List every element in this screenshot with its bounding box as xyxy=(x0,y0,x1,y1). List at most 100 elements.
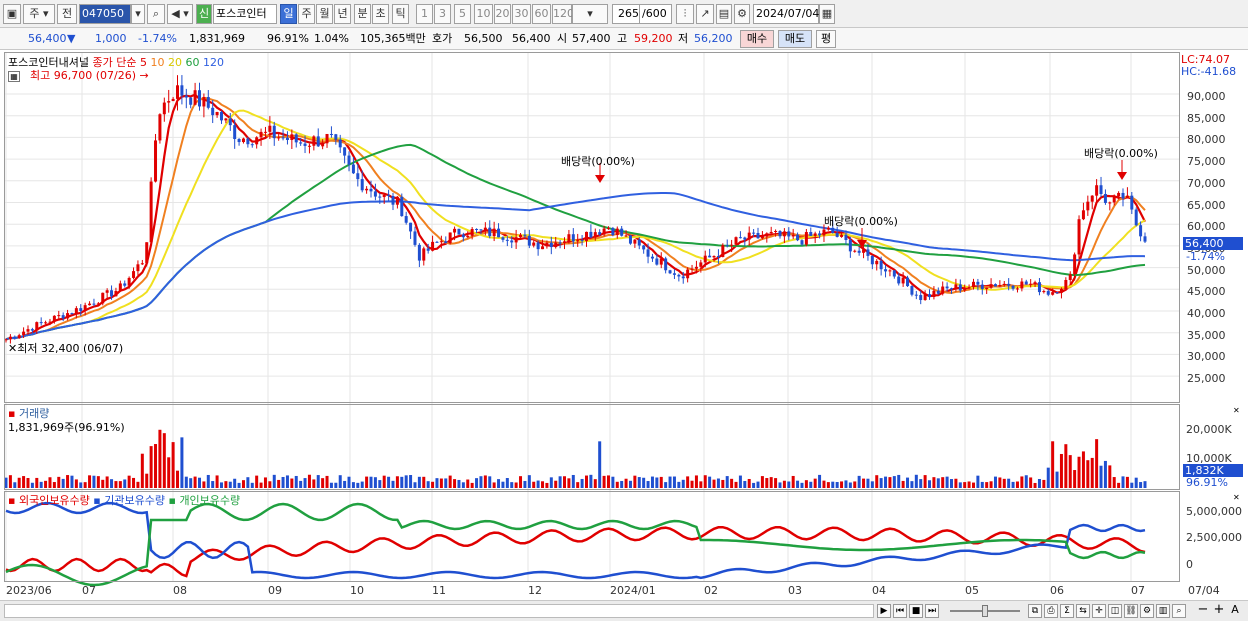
x-tick-3: 09 xyxy=(268,584,282,597)
price-pane[interactable] xyxy=(4,52,1180,403)
compare-icon[interactable]: ⇆ xyxy=(1076,604,1090,618)
grid-toggle-icon[interactable]: ▦ xyxy=(8,71,20,82)
quote-info-bar: 56,400 ▼ 1,000 -1.74% 1,831,969 96.91% 1… xyxy=(0,28,1248,50)
scroll-track[interactable] xyxy=(4,604,874,618)
buy-button[interactable]: 매수 xyxy=(740,30,774,48)
sell-button[interactable]: 매도 xyxy=(778,30,812,48)
open-label: 시 xyxy=(557,32,568,45)
dividend-note-2: 배당락(0.00%) xyxy=(824,215,898,228)
count-total: /600 xyxy=(640,4,672,24)
ma10-label: 10 xyxy=(150,56,165,69)
scroll-first-icon[interactable]: ⏮ xyxy=(893,604,907,618)
stock-code-input[interactable]: 047050 xyxy=(79,4,131,24)
x-tick-9: 03 xyxy=(788,584,802,597)
tick-button-2[interactable]: 5 xyxy=(454,4,471,24)
hc-label: HC:-41.68 xyxy=(1181,65,1237,78)
code-dropdown-icon[interactable]: ▾ xyxy=(131,4,145,24)
high-price: 59,200 xyxy=(634,32,673,45)
price-tick-3: 75,000 xyxy=(1187,155,1226,169)
dividend-note-3: 배당락(0.00%) xyxy=(1084,147,1158,160)
chart-menu-icon[interactable]: ▣ xyxy=(3,4,21,24)
period-button-3[interactable]: 년 xyxy=(334,4,351,24)
crosshair-icon[interactable]: ✛ xyxy=(1092,604,1106,618)
tick-button-1[interactable]: 3 xyxy=(434,4,451,24)
price-tick-9: 45,000 xyxy=(1187,285,1226,299)
chart-scrollbar[interactable]: ▶ ⏮ ■ ⏭ ⧉ ⎙ Σ ⇆ ✛ ◫ ⛓ ⚙ ▥ ⌕ − + A xyxy=(0,600,1248,621)
scroll-right-icon[interactable]: ▶ xyxy=(877,604,891,618)
current-price: 56,400 xyxy=(28,32,67,45)
overlay-icon[interactable]: ◫ xyxy=(1108,604,1122,618)
speaker-icon[interactable]: ◀ ▾ xyxy=(167,4,193,24)
calendar-icon[interactable]: ▦ xyxy=(819,4,835,24)
x-tick-1: 07 xyxy=(82,584,96,597)
link-icon[interactable]: ⛓ xyxy=(1124,604,1138,618)
zoom-slider-thumb[interactable] xyxy=(982,605,988,617)
ma120-label: 120 xyxy=(202,56,224,69)
period-button-0[interactable]: 일 xyxy=(280,4,297,24)
date-input[interactable]: 2024/07/04 xyxy=(753,4,819,24)
tick-button-7[interactable]: 120 xyxy=(552,4,574,24)
search-small-icon[interactable]: ⌕ xyxy=(1172,604,1186,618)
period-button-5[interactable]: 초 xyxy=(372,4,389,24)
scroll-stop-icon[interactable]: ■ xyxy=(909,604,923,618)
draw-tool-icon[interactable]: ↗ xyxy=(696,4,714,24)
search-icon[interactable]: ⌕ xyxy=(147,4,165,24)
open-price: 57,400 xyxy=(572,32,611,45)
ma20-label: 20 xyxy=(167,56,182,69)
tick-button-0[interactable]: 1 xyxy=(416,4,433,24)
price-tick-1: 85,000 xyxy=(1187,111,1226,125)
x-tick-6: 12 xyxy=(528,584,542,597)
scroll-last-icon[interactable]: ⏭ xyxy=(925,604,939,618)
price-tick-0: 90,000 xyxy=(1187,90,1226,103)
tick-button-4[interactable]: 20 xyxy=(494,4,511,24)
change-percent: -1.74% xyxy=(138,32,177,45)
type-select-label: 주 xyxy=(29,7,40,20)
holding-tick-2-5m: 2,500,000 xyxy=(1186,531,1242,544)
new-badge[interactable]: 신 xyxy=(196,4,212,24)
flat-button[interactable]: 평 xyxy=(816,30,836,48)
tick-button-3[interactable]: 10 xyxy=(474,4,493,24)
volume-pane-close-icon[interactable]: ✕ xyxy=(1233,406,1240,415)
settings-small-icon[interactable]: ⚙ xyxy=(1140,604,1154,618)
prev-button[interactable]: 전 xyxy=(57,4,77,24)
count-input[interactable]: 265 xyxy=(612,4,640,24)
tick-button-5[interactable]: 30 xyxy=(512,4,531,24)
price-tick-6: 60,000 xyxy=(1187,220,1226,234)
x-tick-14: 07/04 xyxy=(1188,584,1220,597)
volume-pane[interactable] xyxy=(4,404,1180,490)
hoga-label: 호가 xyxy=(432,32,453,45)
zoom-out-icon[interactable]: − xyxy=(1196,603,1210,618)
holding-pane-close-icon[interactable]: ✕ xyxy=(1233,493,1240,502)
period-button-4[interactable]: 분 xyxy=(354,4,371,24)
period-button-1[interactable]: 주 xyxy=(298,4,315,24)
ma60-label: 60 xyxy=(185,56,200,69)
current-price-tag: 56,400 xyxy=(1183,237,1243,250)
price-tick-5: 65,000 xyxy=(1187,198,1226,212)
save-icon[interactable]: ▤ xyxy=(716,4,732,24)
x-tick-8: 02 xyxy=(704,584,718,597)
stock-name-field: 포스코인터 xyxy=(213,4,277,24)
auto-scale-icon[interactable]: A xyxy=(1228,604,1242,618)
price-tick-8: 50,000 xyxy=(1187,263,1226,277)
gear-icon[interactable]: ⚙ xyxy=(734,4,750,24)
x-tick-4: 10 xyxy=(350,584,364,597)
period-button-2[interactable]: 월 xyxy=(316,4,333,24)
individual-legend: ▪ 개인보유수량 xyxy=(168,494,241,507)
trade-volume: 1,831,969 xyxy=(189,32,245,45)
foreign-legend: ▪ 외국인보유수량 xyxy=(8,494,90,507)
chart-layout-icon[interactable]: ▥ xyxy=(1156,604,1170,618)
change-amount: 1,000 xyxy=(95,32,127,45)
zoom-in-icon[interactable]: + xyxy=(1212,603,1226,618)
type-select[interactable]: 주 ▾ xyxy=(23,4,55,24)
price-tick-2: 80,000 xyxy=(1187,133,1226,147)
indicator-icon[interactable]: Σ xyxy=(1060,604,1074,618)
institution-legend: ▪ 기관보유수량 xyxy=(93,494,165,507)
tick-button-6[interactable]: 60 xyxy=(532,4,551,24)
tick-unit-select[interactable]: ▾ xyxy=(572,4,608,24)
candle-type-icon[interactable]: ⫶ xyxy=(676,4,694,24)
period-button-6[interactable]: 틱 xyxy=(392,4,409,24)
ask-price: 56,500 xyxy=(464,32,503,45)
copy-icon[interactable]: ⧉ xyxy=(1028,604,1042,618)
low-label: 저 xyxy=(678,32,689,45)
print-icon[interactable]: ⎙ xyxy=(1044,604,1058,618)
